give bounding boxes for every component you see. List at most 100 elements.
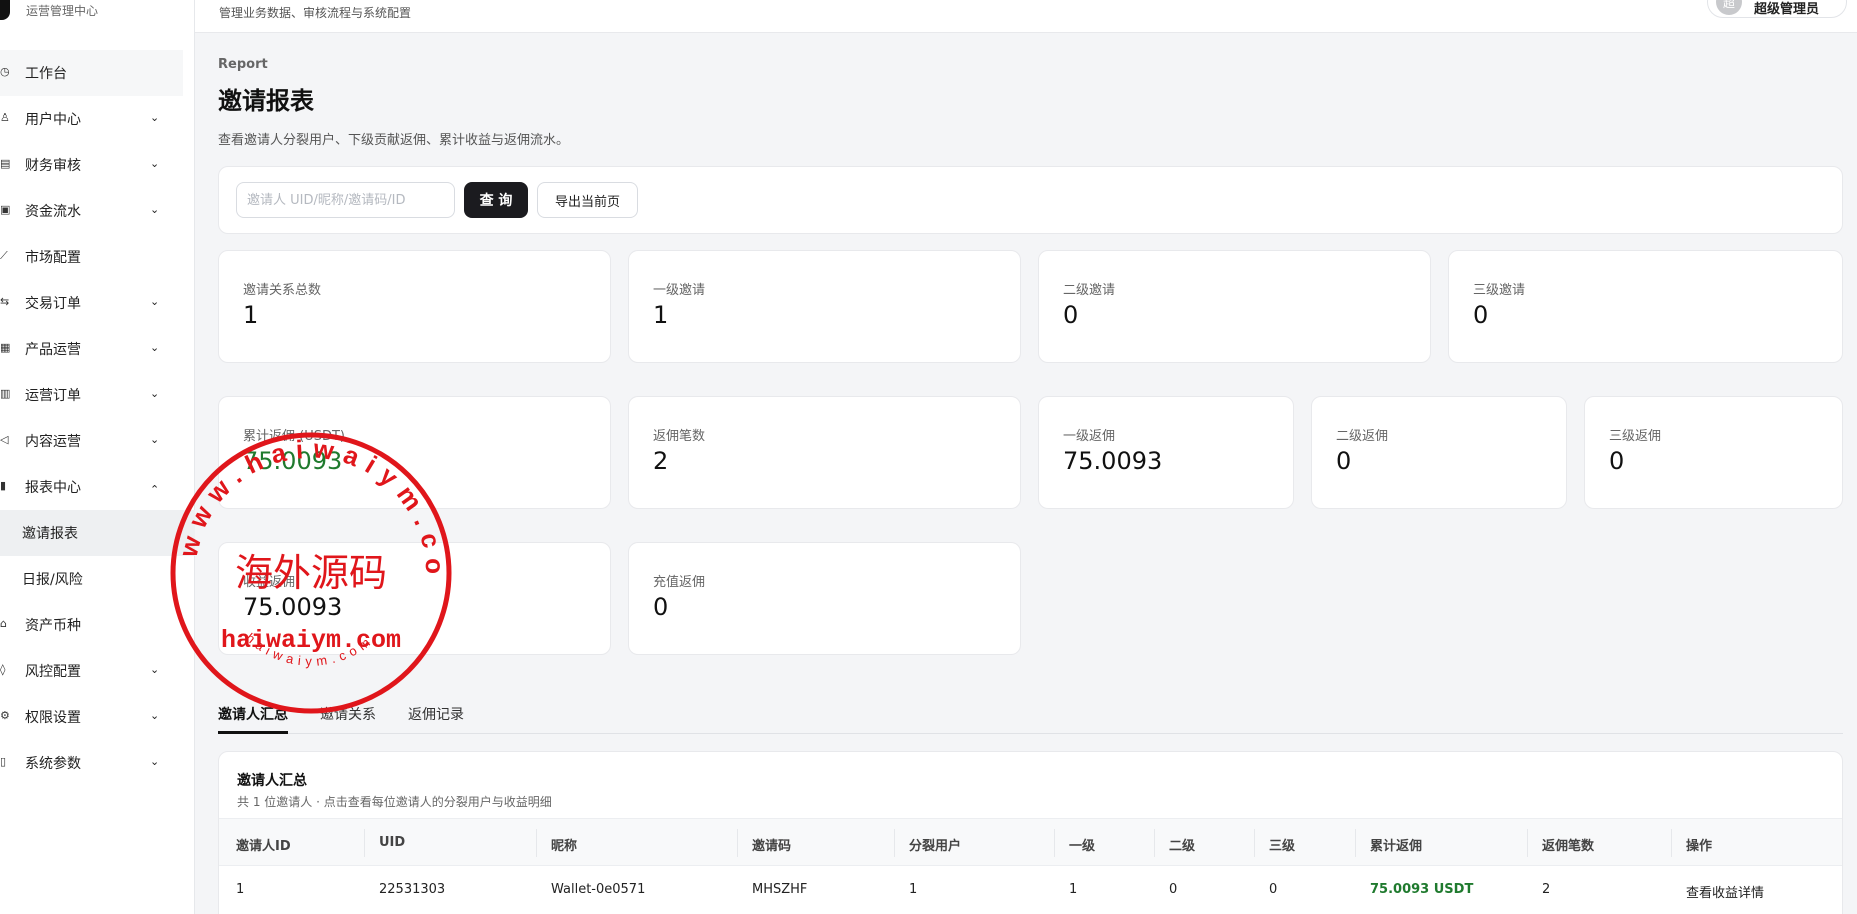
table-title: 邀请人汇总 (237, 773, 307, 789)
page-kicker: Report (218, 57, 268, 72)
order-icon: ▥ (0, 387, 11, 400)
tab-rebate-records[interactable]: 返佣记录 (408, 704, 464, 724)
stat-value: 1 (653, 301, 669, 329)
table-cell: 1 (909, 882, 918, 897)
stat-label: 累计返佣 (USDT) (243, 429, 345, 444)
table-header: 邀请人ID UID 昵称 邀请码 分裂用户 一级 二级 三级 累计返佣 返佣笔数 操作 (219, 818, 1842, 866)
sidebar-item-after-2[interactable]: ⚙ 权限设置 ⌄ (0, 694, 195, 740)
stat-value: 75.0093 (243, 447, 343, 475)
stat-value: 1 (243, 301, 259, 329)
stat-label: 三级邀请 (1473, 283, 1526, 298)
chart-line-icon: ⟋ (0, 249, 8, 262)
sidebar-item-9[interactable]: ▮ 报表中心 ⌃ (0, 464, 195, 510)
column-separator (1355, 829, 1356, 857)
wallet-icon: ▣ (0, 203, 11, 216)
sidebar-item-after-1[interactable]: ◊ 风控配置 ⌄ (0, 648, 195, 694)
sidebar-item-0[interactable]: ◷ 工作台 (0, 50, 183, 96)
sidebar-item-2[interactable]: ▤ 财务审核 ⌄ (0, 142, 195, 188)
sidebar-item-7[interactable]: ▥ 运营订单 ⌄ (0, 372, 195, 418)
sidebar-item-3[interactable]: ▣ 资金流水 ⌄ (0, 188, 195, 234)
product-icon: ▦ (0, 341, 11, 354)
bar-chart-icon: ▮ (0, 479, 7, 492)
column-separator (1054, 829, 1055, 857)
sidebar-item-1[interactable]: ♙ 用户中心 ⌄ (0, 96, 195, 142)
topbar: 管理业务数据、审核流程与系统配置 超 超级管理员 (195, 0, 1857, 33)
stat-label: 一级邀请 (653, 283, 706, 298)
table-cell: 0 (1169, 882, 1178, 897)
stat-label: 三级返佣 (1609, 429, 1662, 444)
column-header: 二级 (1169, 839, 1196, 854)
column-header: 累计返佣 (1370, 839, 1423, 854)
stat-card: 二级返佣 0 (1311, 396, 1567, 509)
sidebar-item-8[interactable]: ◁ 内容运营 ⌄ (0, 418, 195, 464)
shield-icon: ◊ (0, 663, 6, 676)
sidebar-item-label: 资金流水 (25, 204, 81, 220)
view-earnings-detail-link[interactable]: 查看收益详情 (1686, 882, 1764, 901)
sidebar-item-4[interactable]: ⟋ 市场配置 (0, 234, 195, 280)
stat-value: 0 (1473, 301, 1489, 329)
stat-value: 0 (1609, 447, 1625, 475)
chevron-down-icon: ⌄ (150, 663, 160, 676)
stat-card: 一级返佣 75.0093 (1038, 396, 1294, 509)
sidebar-item-5[interactable]: ⇆ 交易订单 ⌄ (0, 280, 195, 326)
tab-inviter-summary[interactable]: 邀请人汇总 (218, 704, 288, 724)
column-header: UID (379, 835, 406, 850)
stat-label: 收益返佣 (243, 575, 296, 590)
sidebar-subitem-0[interactable]: 邀请报表 (0, 510, 195, 556)
stat-card: 充值返佣 0 (628, 542, 1021, 655)
stat-label: 二级邀请 (1063, 283, 1116, 298)
stat-card: 收益返佣 75.0093 (218, 542, 611, 655)
chevron-down-icon: ⌄ (150, 433, 160, 446)
brand-logo (0, 0, 10, 20)
stat-value: 0 (1336, 447, 1352, 475)
stat-card: 二级邀请 0 (1038, 250, 1431, 363)
query-button[interactable]: 查 询 (464, 182, 528, 218)
stat-card: 一级邀请 1 (628, 250, 1021, 363)
finance-icon: ▤ (0, 157, 11, 170)
search-card: 查 询 导出当前页 (218, 166, 1843, 234)
sidebar-nav: ◷ 工作台 ♙ 用户中心 ⌄ ▤ 财务审核 ⌄ ▣ 资金流水 ⌄ ⟋ 市场配置 ⇆ 交易订单 ⌄ ▦ 产品运营 ⌄ ▥… (0, 50, 195, 786)
page-description: 查看邀请人分裂用户、下级贡献返佣、累计收益与返佣流水。 (218, 133, 570, 148)
sidebar-item-after-3[interactable]: ▯ 系统参数 ⌄ (0, 740, 195, 786)
table-row: 1 22531303 Wallet-0e0571 MHSZHF 1 1 0 0 75.0093 … (219, 866, 1842, 914)
export-button[interactable]: 导出当前页 (537, 182, 638, 218)
tab-invite-relations[interactable]: 邀请关系 (320, 704, 376, 724)
sidebar-subitem-1[interactable]: 日报/风险 (0, 556, 195, 602)
column-separator (1254, 829, 1255, 857)
sidebar-item-label: 权限设置 (25, 710, 81, 726)
sidebar: 运营管理中心 ◷ 工作台 ♙ 用户中心 ⌄ ▤ 财务审核 ⌄ ▣ 资金流水 ⌄ ⟋ 市场配置 ⇆ 交易订单 ⌄… (0, 0, 195, 914)
megaphone-icon: ◁ (0, 433, 9, 446)
column-separator (364, 829, 365, 857)
sidebar-item-6[interactable]: ▦ 产品运营 ⌄ (0, 326, 195, 372)
table-cell: Wallet-0e0571 (551, 882, 646, 897)
column-header: 邀请人ID (236, 839, 291, 854)
column-header: 返佣笔数 (1542, 839, 1595, 854)
brand: 运营管理中心 (0, 0, 195, 26)
column-header: 三级 (1269, 839, 1296, 854)
table-cell: 2 (1542, 882, 1551, 897)
column-header: 昵称 (551, 839, 578, 854)
stat-label: 邀请关系总数 (243, 283, 322, 298)
stat-value: 2 (653, 447, 669, 475)
column-header: 邀请码 (752, 839, 792, 854)
sidebar-item-label: 报表中心 (25, 480, 81, 496)
stat-card: 三级邀请 0 (1448, 250, 1843, 363)
column-header: 一级 (1069, 839, 1096, 854)
column-header: 分裂用户 (909, 839, 962, 854)
stat-value: 0 (653, 593, 669, 621)
stat-card: 三级返佣 0 (1584, 396, 1843, 509)
report-tabs: 邀请人汇总 邀请关系 返佣记录 (218, 700, 1843, 734)
user-menu[interactable]: 超 超级管理员 (1707, 0, 1847, 18)
table-cell: MHSZHF (752, 882, 808, 897)
table-cell: 1 (1069, 882, 1078, 897)
brand-subtitle: 运营管理中心 (26, 4, 99, 18)
sidebar-item-label: 市场配置 (25, 250, 81, 266)
stat-label: 充值返佣 (653, 575, 706, 590)
stat-label: 返佣笔数 (653, 429, 706, 444)
table-cell: 75.0093 USDT (1370, 882, 1474, 897)
sidebar-item-after-0[interactable]: ⌂ 资产币种 (0, 602, 195, 648)
chevron-down-icon: ⌄ (150, 755, 160, 768)
chevron-down-icon: ⌄ (150, 341, 160, 354)
search-input[interactable] (236, 182, 455, 218)
stat-card: 邀请关系总数 1 (218, 250, 611, 363)
